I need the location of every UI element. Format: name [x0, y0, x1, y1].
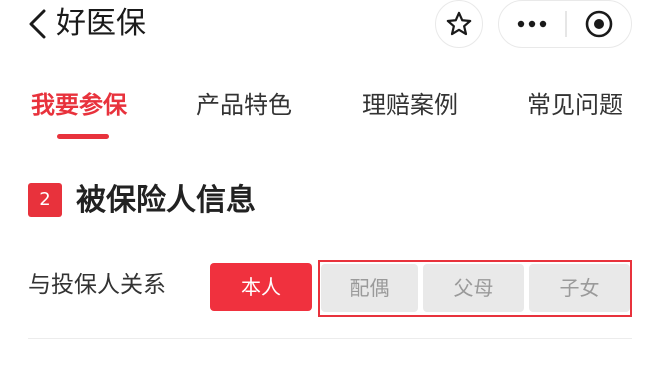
step-badge: 2 — [28, 183, 62, 217]
option-spouse-button[interactable]: 配偶 — [321, 264, 418, 312]
option-parents-button[interactable]: 父母 — [423, 264, 524, 312]
active-tab-indicator — [57, 134, 109, 139]
close-button[interactable] — [567, 1, 632, 47]
section-title: 被保险人信息 — [76, 183, 256, 218]
page-title: 好医保 — [56, 6, 146, 41]
option-children-button[interactable]: 子女 — [529, 264, 630, 312]
option-self-button[interactable]: 本人 — [210, 263, 312, 311]
more-button[interactable] — [499, 1, 565, 47]
more-dots-icon — [517, 20, 547, 28]
favorite-button[interactable] — [435, 0, 483, 48]
star-icon — [446, 11, 472, 36]
tab-faq[interactable]: 常见问题 — [527, 88, 623, 122]
relationship-label: 与投保人关系 — [28, 272, 166, 298]
app-page: 好医保 我要参保 产品特色 理赔案例 常见问题 2 被保险人信息 与投保人关系 — [0, 0, 660, 371]
row-divider — [28, 338, 632, 339]
tab-enroll[interactable]: 我要参保 — [31, 88, 127, 122]
target-circle-icon — [585, 10, 613, 38]
tab-claim-cases[interactable]: 理赔案例 — [362, 88, 458, 122]
tab-product-features[interactable]: 产品特色 — [196, 88, 292, 122]
mini-program-capsule — [498, 0, 632, 48]
chevron-left-icon[interactable] — [26, 9, 48, 39]
